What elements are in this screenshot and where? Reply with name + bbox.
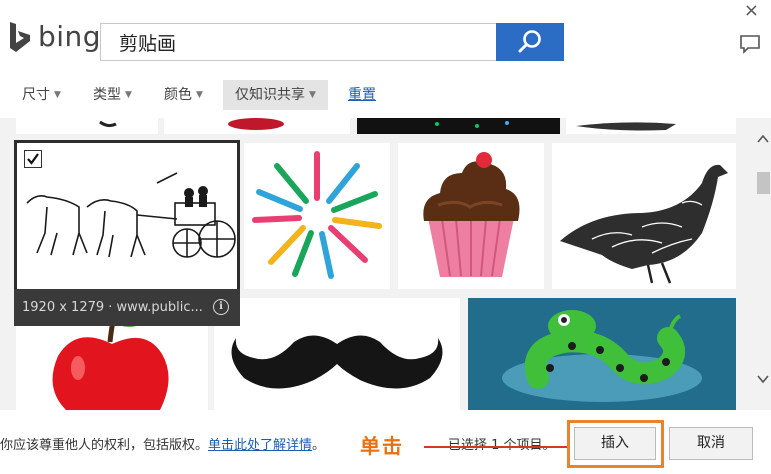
image-tile[interactable] (566, 118, 736, 134)
close-icon[interactable]: × (744, 0, 759, 21)
snake-image (468, 298, 736, 410)
filter-license[interactable]: 仅知识共享 ▼ (223, 80, 328, 110)
caret-down-icon: ▼ (54, 90, 61, 100)
image-tile-snake[interactable] (468, 298, 736, 410)
select-checkbox[interactable] (24, 150, 42, 168)
learn-more-link[interactable]: 单击此处了解详情 (208, 438, 312, 453)
utensils-image (252, 151, 382, 279)
image-tile-bird[interactable] (552, 143, 736, 289)
click-annotation: 单击 (360, 434, 404, 458)
caret-down-icon: ▼ (309, 90, 316, 100)
caret-down-icon: ▼ (196, 90, 203, 100)
search-icon (518, 30, 541, 53)
filter-type[interactable]: 类型 ▼ (93, 80, 132, 110)
filter-size[interactable]: 尺寸 ▼ (22, 80, 61, 110)
copyright-notice: 你应该尊重他人的权利，包括版权。单击此处了解详情。 (0, 434, 325, 453)
image-caption: 1920 x 1279 · www.public... (14, 289, 240, 326)
reset-link[interactable]: 重置 (348, 80, 376, 110)
search-box[interactable] (100, 23, 498, 61)
scroll-up-icon[interactable] (757, 132, 769, 148)
feedback-icon[interactable] (739, 34, 761, 58)
cancel-button[interactable]: 取消 (669, 427, 753, 460)
mustache-image (231, 335, 443, 389)
scroll-down-icon[interactable] (757, 372, 769, 388)
cupcake-image (423, 152, 520, 277)
filter-type-label: 类型 (93, 87, 121, 103)
grouse-image (560, 164, 728, 284)
search-input[interactable] (101, 24, 497, 60)
image-tile[interactable] (16, 118, 158, 134)
image-tile-cupcake[interactable] (398, 143, 544, 289)
bing-logo: bing (8, 20, 101, 53)
search-button[interactable] (496, 23, 564, 61)
copyright-tail: 。 (312, 438, 326, 453)
filter-license-label: 仅知识共享 (235, 87, 305, 103)
filter-bar: 尺寸 ▼ 类型 ▼ 颜色 ▼ 仅知识共享 ▼ (0, 80, 771, 112)
scroll-thumb[interactable] (757, 172, 770, 194)
bing-b-icon (10, 21, 30, 52)
scrollbar[interactable] (754, 118, 771, 410)
image-tile[interactable] (357, 118, 560, 134)
logo-text: bing (38, 20, 102, 53)
copyright-text: 你应该尊重他人的权利，包括版权。 (0, 438, 209, 453)
image-tile-utensils[interactable] (244, 143, 390, 289)
filter-size-label: 尺寸 (22, 87, 50, 103)
annotation-arrow-line (424, 446, 569, 448)
checkmark-icon (27, 153, 39, 165)
selection-count: 已选择 1 个项目。 (448, 434, 556, 453)
image-tile-mustache[interactable] (214, 298, 460, 410)
insert-button[interactable]: 插入 (574, 427, 656, 460)
info-icon[interactable]: i (213, 299, 229, 315)
filter-color[interactable]: 颜色 ▼ (164, 80, 203, 110)
filter-color-label: 颜色 (164, 87, 192, 103)
caret-down-icon: ▼ (125, 90, 132, 100)
horse-carriage-image (26, 172, 236, 258)
image-tile[interactable] (164, 118, 350, 134)
